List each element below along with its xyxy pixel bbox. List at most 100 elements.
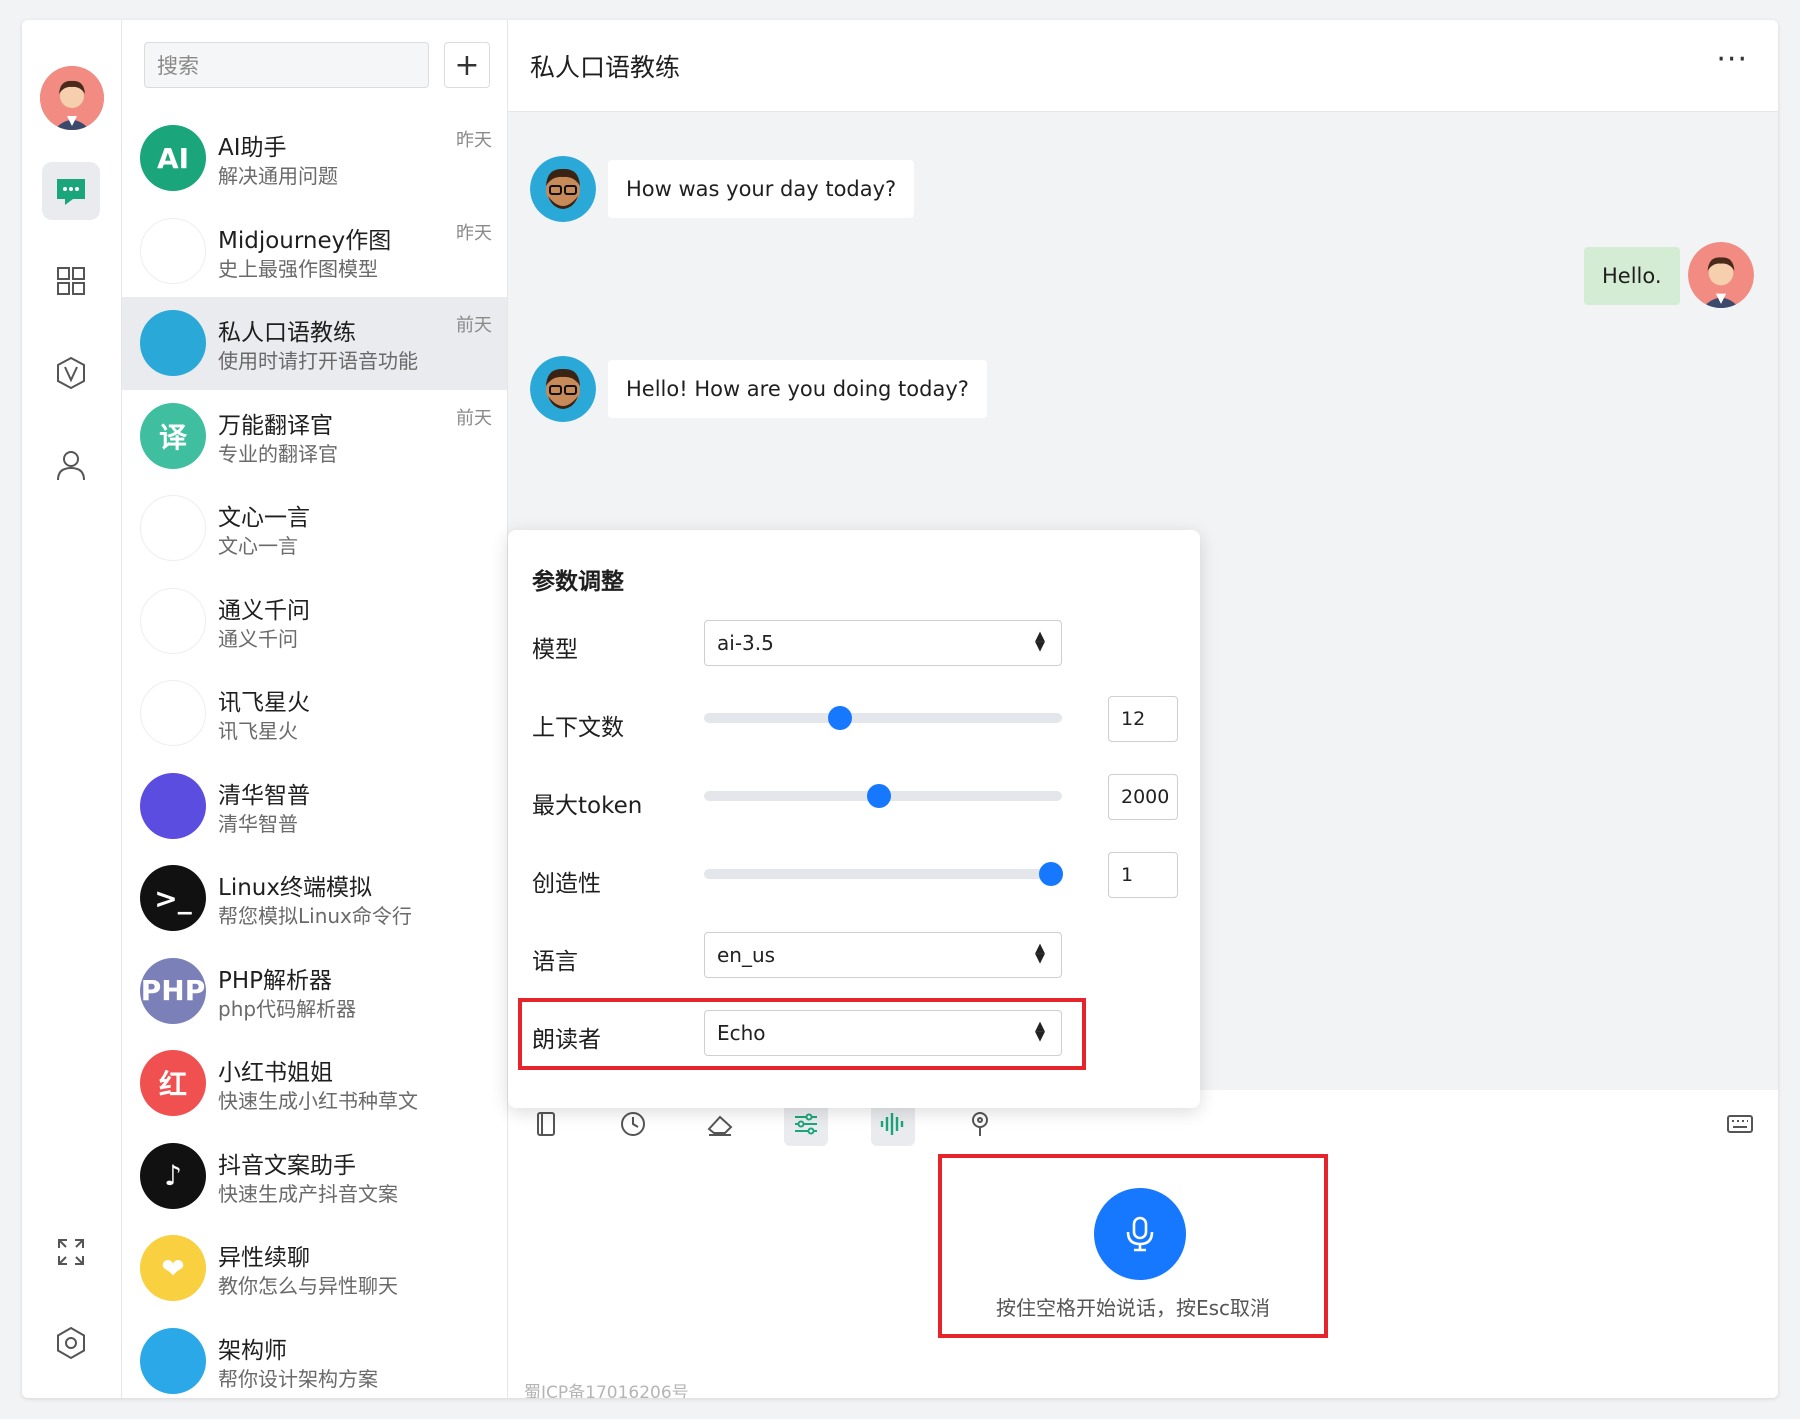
nav-apps[interactable] [42, 252, 100, 310]
conversation-item[interactable]: 红 小红书姐姐 快速生成小红书种草文 [122, 1037, 507, 1130]
conversation-item[interactable]: 清华智普 清华智普 [122, 760, 507, 853]
select-caret-icon: ▲ ▼ [1035, 941, 1045, 966]
context-input[interactable]: 12 [1108, 696, 1178, 742]
eraser-icon [707, 1115, 733, 1136]
conversation-name: 抖音文案助手 [218, 1152, 356, 1179]
conversation-name: 异性续聊 [218, 1245, 310, 1271]
conversation-item[interactable]: 讯飞星火 讯飞星火 [122, 667, 507, 760]
conversation-desc: php代码解析器 [218, 996, 357, 1021]
message-bubble-mine: Hello. [1584, 247, 1680, 305]
conversation-desc: 帮您模拟Linux命令行 [218, 904, 412, 928]
history-button[interactable] [611, 1102, 655, 1146]
conversation-list: 搜索 + AI AI助手 解决通用问题 昨天 Midjourney作图 史上最强作图模型昨… [122, 20, 508, 1398]
conversation-item[interactable]: Midjourney作图 史上最强作图模型 昨天 [122, 205, 507, 298]
app-window: 搜索 + AI AI助手 解决通用问题 昨天 Midjourney作图 史上最强作图模型昨… [22, 20, 1778, 1398]
mic-button[interactable] [1094, 1188, 1186, 1280]
notebook-icon [537, 1112, 555, 1136]
nav-settings[interactable] [42, 1314, 100, 1372]
reader-select[interactable]: Echo ▲ ▼ [704, 1010, 1062, 1056]
conversation-item[interactable]: 译 万能翻译官 专业的翻译官 前天 [122, 390, 507, 483]
more-icon[interactable]: ··· [1716, 42, 1748, 77]
creativity-slider-thumb[interactable] [1039, 862, 1064, 886]
params-button[interactable] [784, 1102, 828, 1146]
max-token-slider-thumb[interactable] [867, 784, 892, 808]
conversation-avatar: PHP [140, 957, 206, 1024]
keyboard-icon [1727, 1115, 1753, 1133]
conversation-item[interactable]: ❤ 异性续聊 教你怎么与异性聊天 [122, 1222, 507, 1315]
conversation-item[interactable]: 私人口语教练使用时请打开语音功能 前天 [122, 297, 507, 390]
conversation-item[interactable]: 架构师 帮你设计架构方案 [122, 1315, 507, 1399]
microphone-icon [1126, 1216, 1154, 1252]
conversation-item[interactable]: PHP PHP解析器 php代码解析器 [122, 945, 507, 1038]
conversation-item[interactable]: ♪ 抖音文案助手 快速生成产抖音文案 [122, 1130, 507, 1223]
conversation-avatar [140, 772, 206, 839]
conversation-name: 文心一言 [218, 505, 310, 531]
conversation-desc: 解决通用问题 [218, 164, 338, 188]
conversation-avatar [140, 1327, 206, 1394]
nav-profile[interactable] [42, 436, 100, 494]
max-token-input[interactable]: 2000 [1108, 774, 1178, 820]
grid-icon [57, 267, 85, 295]
conversation-avatar: ❤ [140, 1235, 206, 1301]
icp-link[interactable]: 蜀ICP备17016206号 [524, 1378, 689, 1398]
conversation-desc: 通义千问 [218, 626, 298, 651]
conversation-time: 昨天 [456, 130, 492, 151]
conversation-item[interactable]: >_ Linux终端模拟 帮您模拟Linux命令行 [122, 852, 507, 945]
clear-button[interactable] [698, 1102, 742, 1146]
side-nav [22, 20, 122, 1398]
conversation-avatar: 译 [140, 402, 206, 469]
message-bubble-bot: Hello! How are you doing today? [608, 360, 987, 418]
conversation-item[interactable]: AI AI助手 解决通用问题 昨天 [122, 112, 507, 205]
reader-value: Echo [717, 1021, 766, 1045]
creativity-input[interactable]: 1 [1108, 852, 1178, 898]
user-avatar[interactable] [40, 66, 104, 130]
select-caret-icon: ▲ ▼ [1035, 1019, 1045, 1044]
avatar-text: 译 [158, 420, 187, 454]
model-select[interactable]: ai-3.5 ▲ ▼ [704, 620, 1062, 666]
conversation-time: 前天 [456, 315, 492, 336]
context-label: 上下文数 [532, 715, 624, 741]
context-slider-thumb[interactable] [828, 706, 853, 730]
conversation-avatar [140, 587, 206, 654]
conversation-desc: 讯飞星火 [218, 719, 298, 743]
add-conversation-button[interactable]: + [444, 42, 490, 88]
pin-icon [972, 1112, 988, 1136]
notebook-button[interactable] [524, 1102, 568, 1146]
expand-icon [58, 1239, 84, 1265]
model-value: ai-3.5 [717, 631, 774, 655]
conversation-name: 私人口语教练 [218, 320, 356, 346]
avatar-text: >_ [154, 881, 192, 915]
conversation-time: 前天 [456, 407, 492, 429]
language-value: en_us [717, 943, 776, 967]
conversation-name: 清华智普 [218, 782, 310, 809]
conversation-name: 讯飞星火 [218, 690, 310, 716]
conversation-item[interactable]: 文心一言 文心一言 [122, 482, 507, 575]
conversation-name: Midjourney作图 [218, 227, 392, 254]
conversation-avatar [140, 680, 206, 746]
nav-fullscreen[interactable] [42, 1223, 100, 1281]
conversation-avatar [140, 495, 206, 561]
conversation-desc: 使用时请打开语音功能 [218, 349, 418, 373]
conversation-item[interactable]: 通义千问 通义千问 [122, 575, 507, 668]
pin-button[interactable] [958, 1102, 1002, 1146]
context-slider[interactable] [704, 706, 1062, 730]
message-bubble-bot: How was your day today? [608, 160, 915, 218]
my-avatar [1688, 242, 1754, 308]
voice-button[interactable] [871, 1102, 915, 1146]
keyboard-button[interactable] [1718, 1102, 1762, 1146]
chat-header: 私人口语教练 ··· [508, 20, 1778, 112]
language-select[interactable]: en_us ▲ ▼ [704, 932, 1062, 978]
conversation-desc: 帮你设计架构方案 [218, 1366, 378, 1391]
conversation-name: 架构师 [218, 1337, 287, 1364]
nav-chat[interactable] [42, 162, 100, 220]
nav-vip[interactable] [42, 344, 100, 402]
person-icon [57, 451, 85, 481]
bot-avatar [530, 356, 596, 422]
max-token-slider[interactable] [704, 784, 1062, 808]
creativity-label: 创造性 [532, 871, 601, 897]
conversation-items: AI AI助手 解决通用问题 昨天 Midjourney作图 史上最强作图模型 昨天 私人口语… [122, 112, 507, 1399]
search-input[interactable]: 搜索 [144, 42, 429, 88]
conversation-desc: 史上最强作图模型 [218, 256, 378, 281]
creativity-slider[interactable] [704, 862, 1064, 886]
voice-input-zone: 按住空格开始说话，按Esc取消 蜀ICP备17016206号 [508, 1154, 1778, 1398]
